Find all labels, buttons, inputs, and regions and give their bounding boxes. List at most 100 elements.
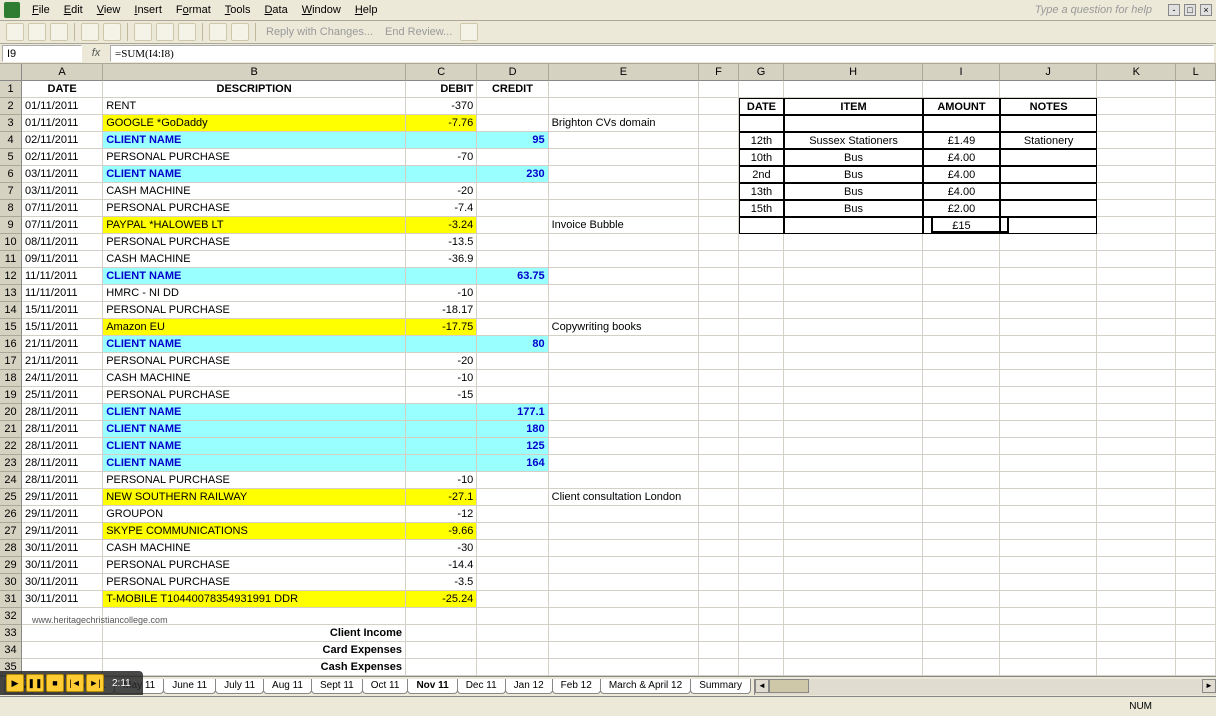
cell[interactable] [1097, 336, 1176, 353]
cell[interactable] [477, 234, 548, 251]
cell[interactable] [699, 217, 739, 234]
cell[interactable]: £4.00 [923, 149, 1000, 166]
cell[interactable] [1176, 489, 1216, 506]
cell[interactable] [1097, 642, 1176, 659]
cell[interactable] [699, 268, 739, 285]
cell[interactable] [784, 540, 923, 557]
cell[interactable] [1000, 557, 1097, 574]
cell[interactable] [699, 81, 739, 98]
sheet-tab[interactable]: June 11 [163, 679, 216, 694]
next-icon[interactable]: ►| [86, 674, 104, 692]
cell[interactable] [699, 574, 739, 591]
scroll-thumb[interactable] [769, 679, 809, 693]
cell[interactable] [477, 625, 548, 642]
horizontal-scrollbar[interactable]: ◄ ► [754, 679, 1216, 695]
cell[interactable]: -20 [406, 183, 477, 200]
copy-icon[interactable] [156, 23, 174, 41]
cell[interactable]: -18.17 [406, 302, 477, 319]
cell[interactable]: CASH MACHINE [103, 183, 406, 200]
cell[interactable]: £1.49 [923, 132, 1000, 149]
cell[interactable] [699, 659, 739, 676]
cell[interactable] [739, 438, 785, 455]
cell[interactable]: -12 [406, 506, 477, 523]
cell[interactable]: 11/11/2011 [22, 285, 103, 302]
cell[interactable] [784, 234, 923, 251]
cell[interactable] [923, 608, 1000, 625]
cell[interactable] [699, 472, 739, 489]
cell[interactable] [1176, 319, 1216, 336]
cell[interactable] [1176, 98, 1216, 115]
cell[interactable]: SKYPE COMMUNICATIONS [103, 523, 406, 540]
col-head-B[interactable]: B [103, 64, 406, 81]
cell[interactable] [549, 98, 699, 115]
cell[interactable]: -70 [406, 149, 477, 166]
cell[interactable]: HMRC - NI DD [103, 285, 406, 302]
cell[interactable]: CASH MACHINE [103, 251, 406, 268]
cell[interactable]: PERSONAL PURCHASE [103, 234, 406, 251]
cell[interactable] [739, 489, 785, 506]
cell[interactable]: 164 [477, 455, 548, 472]
cell[interactable]: CLIENT NAME [103, 268, 406, 285]
cell[interactable] [477, 115, 548, 132]
cell[interactable] [549, 183, 699, 200]
cell[interactable] [784, 251, 923, 268]
sheet-tab[interactable]: Nov 11 [407, 679, 457, 694]
cell[interactable] [784, 336, 923, 353]
cell[interactable] [1176, 285, 1216, 302]
cell[interactable] [1000, 217, 1097, 234]
col-head-F[interactable]: F [699, 64, 739, 81]
row-head-11[interactable]: 11 [0, 251, 22, 268]
cell[interactable]: -7.4 [406, 200, 477, 217]
cell[interactable]: 15/11/2011 [22, 302, 103, 319]
cell[interactable]: PERSONAL PURCHASE [103, 200, 406, 217]
cell[interactable]: Sussex Stationers [784, 132, 923, 149]
cell[interactable] [1176, 659, 1216, 676]
cell[interactable] [1097, 183, 1176, 200]
cell[interactable] [1176, 251, 1216, 268]
cell[interactable]: £15 [923, 217, 1000, 234]
cell[interactable]: 01/11/2011 [22, 115, 103, 132]
cell[interactable] [549, 659, 699, 676]
cell[interactable] [739, 557, 785, 574]
cell[interactable] [1097, 608, 1176, 625]
row-head-2[interactable]: 2 [0, 98, 22, 115]
cell[interactable] [1000, 81, 1097, 98]
cell[interactable] [923, 472, 1000, 489]
cell[interactable]: PAYPAL *HALOWEB LT [103, 217, 406, 234]
cell[interactable] [1000, 268, 1097, 285]
cell[interactable]: CLIENT NAME [103, 421, 406, 438]
menu-view[interactable]: View [91, 2, 127, 18]
cell[interactable] [1097, 302, 1176, 319]
cell[interactable] [784, 557, 923, 574]
play-icon[interactable]: ▶ [6, 674, 24, 692]
cell[interactable] [1000, 336, 1097, 353]
cell[interactable] [784, 268, 923, 285]
cell[interactable] [739, 574, 785, 591]
row-head-18[interactable]: 18 [0, 370, 22, 387]
row-head-13[interactable]: 13 [0, 285, 22, 302]
cell[interactable] [1097, 234, 1176, 251]
sheet-tab[interactable]: Aug 11 [263, 679, 312, 694]
cell[interactable]: £4.00 [923, 183, 1000, 200]
cell[interactable]: 03/11/2011 [22, 183, 103, 200]
cell[interactable]: CASH MACHINE [103, 370, 406, 387]
cell[interactable] [1176, 183, 1216, 200]
row-head-6[interactable]: 6 [0, 166, 22, 183]
cell[interactable]: 09/11/2011 [22, 251, 103, 268]
cell[interactable]: 28/11/2011 [22, 438, 103, 455]
row-head-1[interactable]: 1 [0, 81, 22, 98]
cell[interactable] [739, 540, 785, 557]
row-head-16[interactable]: 16 [0, 336, 22, 353]
cell[interactable] [923, 506, 1000, 523]
cell[interactable]: 28/11/2011 [22, 472, 103, 489]
cell[interactable]: -27.1 [406, 489, 477, 506]
cell[interactable] [1097, 166, 1176, 183]
col-head-E[interactable]: E [549, 64, 699, 81]
restore-icon[interactable]: □ [1184, 4, 1196, 16]
cell[interactable] [784, 285, 923, 302]
cell[interactable] [739, 81, 785, 98]
cell[interactable] [784, 489, 923, 506]
cells-area[interactable]: DATEDESCRIPTIONDEBITCREDIT01/11/2011RENT… [22, 81, 1216, 676]
new-icon[interactable] [6, 23, 24, 41]
cell[interactable] [406, 421, 477, 438]
